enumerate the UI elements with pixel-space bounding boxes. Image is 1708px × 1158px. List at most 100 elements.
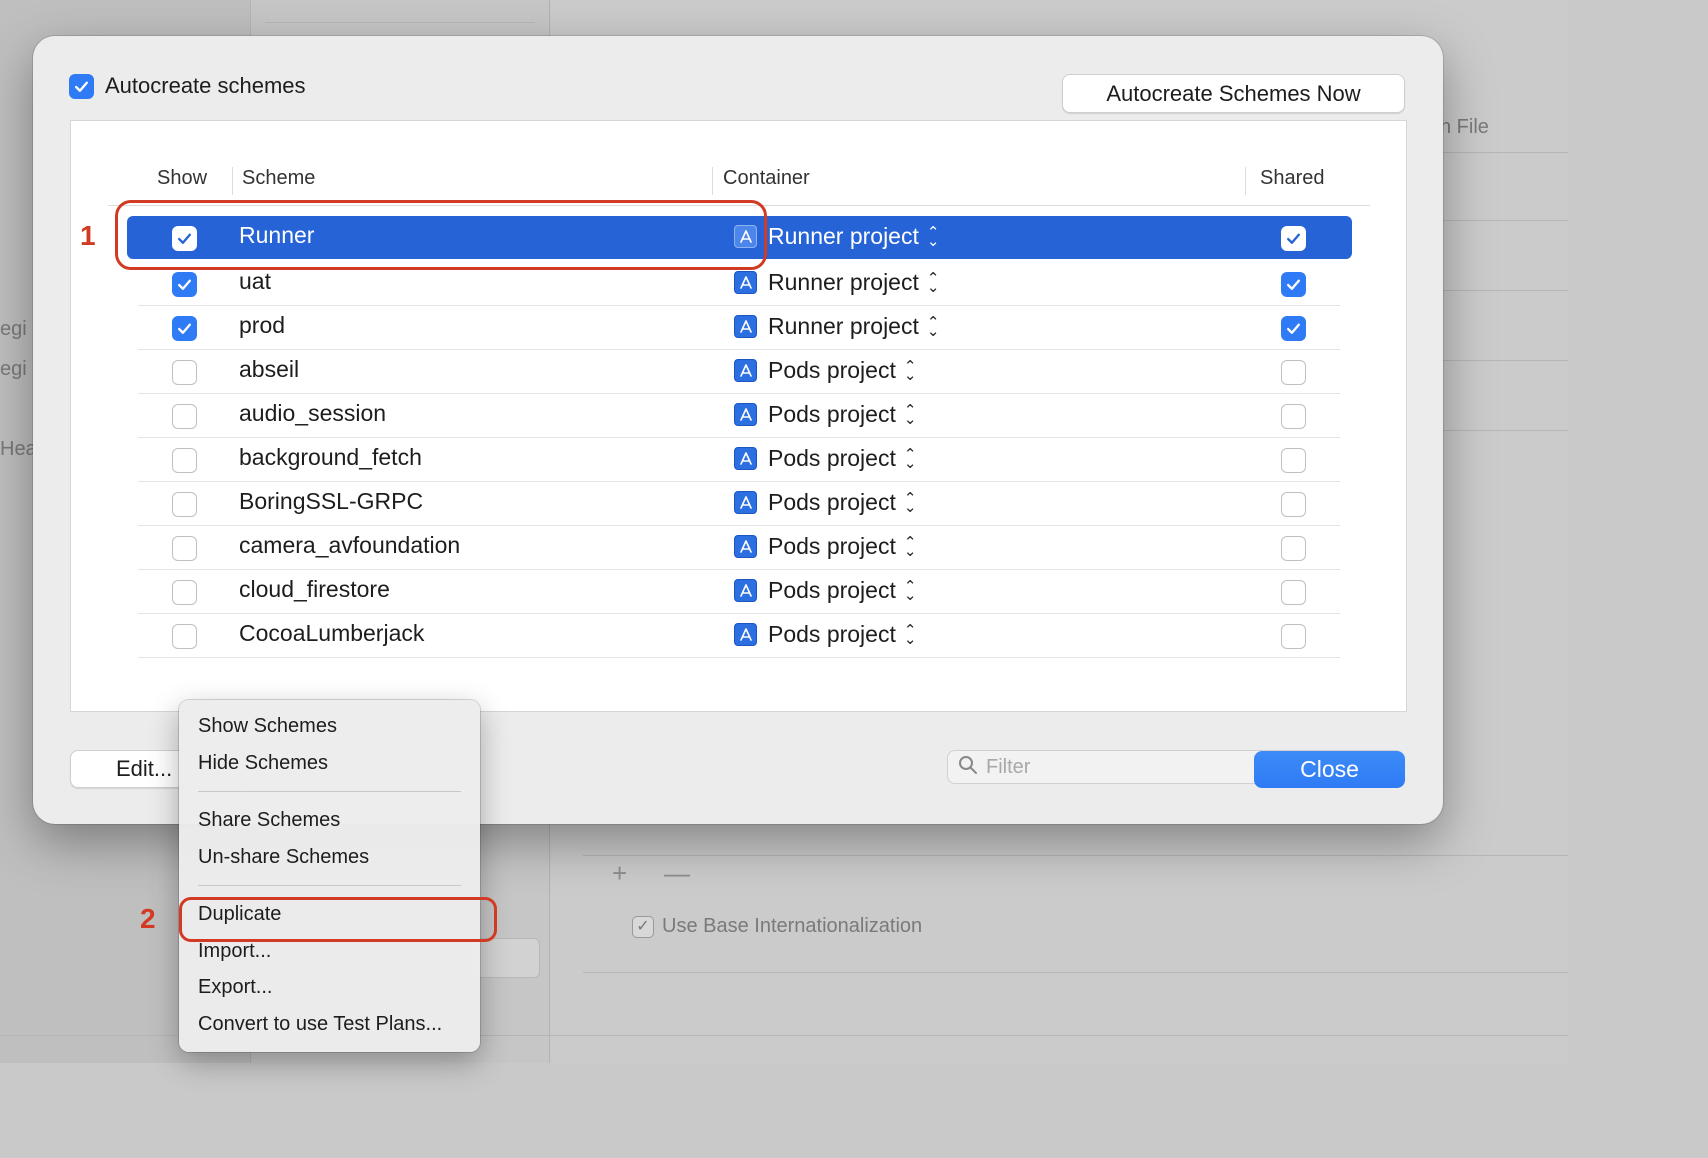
container-popup[interactable]: Runner project ⌃ ⌄ xyxy=(768,269,939,296)
xcode-project-icon xyxy=(734,403,757,426)
menu-item-export[interactable]: Export... xyxy=(198,976,272,999)
scheme-row[interactable]: background_fetch Pods project ⌃ ⌄ xyxy=(138,438,1340,482)
background-partial-text: n File xyxy=(1440,116,1489,138)
container-label: Pods project xyxy=(768,401,896,427)
menu-item-unshare-schemes[interactable]: Un-share Schemes xyxy=(198,846,369,869)
show-checkbox[interactable] xyxy=(172,316,197,341)
use-base-internationalization-label: Use Base Internationalization xyxy=(662,915,923,937)
autocreate-schemes-now-button[interactable]: Autocreate Schemes Now xyxy=(1062,74,1405,113)
background-divider xyxy=(583,972,1568,973)
scheme-row[interactable]: CocoaLumberjack Pods project ⌃ ⌄ xyxy=(138,614,1340,658)
chevron-up-down-icon: ⌃ ⌄ xyxy=(903,357,917,384)
chevron-up-down-icon: ⌃ ⌄ xyxy=(903,533,917,560)
background-divider xyxy=(1443,430,1568,431)
show-checkbox[interactable] xyxy=(172,624,197,649)
show-checkbox[interactable] xyxy=(172,580,197,605)
background-partial-text: egi xyxy=(0,318,27,340)
background-divider xyxy=(1443,152,1568,153)
search-icon xyxy=(958,755,978,780)
xcode-project-icon xyxy=(734,623,757,646)
background-remove-button[interactable]: — xyxy=(664,858,690,889)
menu-item-hide-schemes[interactable]: Hide Schemes xyxy=(198,752,328,775)
column-separator[interactable] xyxy=(712,167,713,195)
background-divider xyxy=(583,855,1568,856)
scheme-name: camera_avfoundation xyxy=(239,532,461,558)
menu-item-show-schemes[interactable]: Show Schemes xyxy=(198,715,337,738)
background-partial-text: egi xyxy=(0,358,27,380)
container-popup[interactable]: Pods project ⌃ ⌄ xyxy=(768,577,916,604)
xcode-project-icon xyxy=(734,491,757,514)
use-base-internationalization-checkbox[interactable]: ✓ xyxy=(632,916,654,938)
container-label: Runner project xyxy=(768,223,919,249)
chevron-up-down-icon: ⌃ ⌄ xyxy=(926,223,940,250)
annotation-step-2: 2 xyxy=(140,903,156,934)
scheme-row[interactable]: prod Runner project ⌃ ⌄ xyxy=(138,306,1340,350)
container-popup[interactable]: Pods project ⌃ ⌄ xyxy=(768,401,916,428)
show-checkbox[interactable] xyxy=(172,536,197,561)
more-actions-menu: Show Schemes Hide Schemes Share Schemes … xyxy=(179,700,480,1052)
shared-checkbox[interactable] xyxy=(1281,316,1306,341)
xcode-project-icon xyxy=(734,579,757,602)
scheme-row[interactable]: cloud_firestore Pods project ⌃ ⌄ xyxy=(138,570,1340,614)
autocreate-schemes-label: Autocreate schemes xyxy=(105,73,306,98)
show-checkbox[interactable] xyxy=(172,492,197,517)
shared-checkbox[interactable] xyxy=(1281,360,1306,385)
autocreate-schemes-checkbox[interactable] xyxy=(69,73,94,99)
column-separator[interactable] xyxy=(232,167,233,195)
column-header-show[interactable]: Show xyxy=(157,167,207,190)
container-label: Pods project xyxy=(768,445,896,471)
menu-separator xyxy=(198,885,461,886)
xcode-project-icon xyxy=(734,359,757,382)
scheme-row[interactable]: abseil Pods project ⌃ ⌄ xyxy=(138,350,1340,394)
xcode-project-icon xyxy=(734,447,757,470)
column-header-container[interactable]: Container xyxy=(723,167,810,190)
shared-checkbox[interactable] xyxy=(1281,404,1306,429)
scheme-name: uat xyxy=(239,268,271,294)
container-popup[interactable]: Pods project ⌃ ⌄ xyxy=(768,489,916,516)
chevron-up-down-icon: ⌃ ⌄ xyxy=(926,313,940,340)
show-checkbox[interactable] xyxy=(172,360,197,385)
column-separator[interactable] xyxy=(1245,167,1246,195)
container-popup[interactable]: Runner project ⌃ ⌄ xyxy=(768,313,939,340)
shared-checkbox[interactable] xyxy=(1281,492,1306,517)
container-popup[interactable]: Pods project ⌃ ⌄ xyxy=(768,445,916,472)
shared-checkbox[interactable] xyxy=(1281,580,1306,605)
shared-checkbox[interactable] xyxy=(1281,624,1306,649)
close-button[interactable]: Close xyxy=(1254,751,1405,788)
menu-item-convert-test-plans[interactable]: Convert to use Test Plans... xyxy=(198,1013,442,1036)
background-add-button[interactable]: + xyxy=(612,858,627,889)
scheme-row[interactable]: BoringSSL-GRPC Pods project ⌃ ⌄ xyxy=(138,482,1340,526)
show-checkbox[interactable] xyxy=(172,272,197,297)
background-input xyxy=(470,938,540,978)
menu-item-import[interactable]: Import... xyxy=(198,940,271,963)
shared-checkbox[interactable] xyxy=(1281,272,1306,297)
scheme-row[interactable]: camera_avfoundation Pods project ⌃ ⌄ xyxy=(138,526,1340,570)
container-popup[interactable]: Pods project ⌃ ⌄ xyxy=(768,357,916,384)
menu-separator xyxy=(198,791,461,792)
autocreate-schemes-row: Autocreate schemes xyxy=(69,73,306,99)
container-label: Runner project xyxy=(768,269,919,295)
annotation-box-duplicate xyxy=(179,897,497,942)
background-divider xyxy=(1443,290,1568,291)
scheme-name: BoringSSL-GRPC xyxy=(239,488,424,514)
show-checkbox[interactable] xyxy=(172,404,197,429)
menu-item-share-schemes[interactable]: Share Schemes xyxy=(198,809,340,832)
scheme-name: background_fetch xyxy=(239,444,422,470)
xcode-project-icon xyxy=(734,535,757,558)
chevron-up-down-icon: ⌃ ⌄ xyxy=(903,401,917,428)
container-label: Pods project xyxy=(768,621,896,647)
container-popup[interactable]: Pods project ⌃ ⌄ xyxy=(768,621,916,648)
scheme-row[interactable]: audio_session Pods project ⌃ ⌄ xyxy=(138,394,1340,438)
shared-checkbox[interactable] xyxy=(1281,448,1306,473)
shared-checkbox[interactable] xyxy=(1281,536,1306,561)
background-divider xyxy=(1443,360,1568,361)
column-header-scheme[interactable]: Scheme xyxy=(242,167,315,190)
container-popup[interactable]: Pods project ⌃ ⌄ xyxy=(768,533,916,560)
container-popup[interactable]: Runner project ⌃ ⌄ xyxy=(768,223,939,250)
shared-checkbox[interactable] xyxy=(1281,226,1306,251)
column-header-shared[interactable]: Shared xyxy=(1260,167,1325,190)
show-checkbox[interactable] xyxy=(172,448,197,473)
chevron-up-down-icon: ⌃ ⌄ xyxy=(926,269,940,296)
background-partial-text: Hea xyxy=(0,438,37,460)
annotation-box-runner xyxy=(115,200,767,270)
